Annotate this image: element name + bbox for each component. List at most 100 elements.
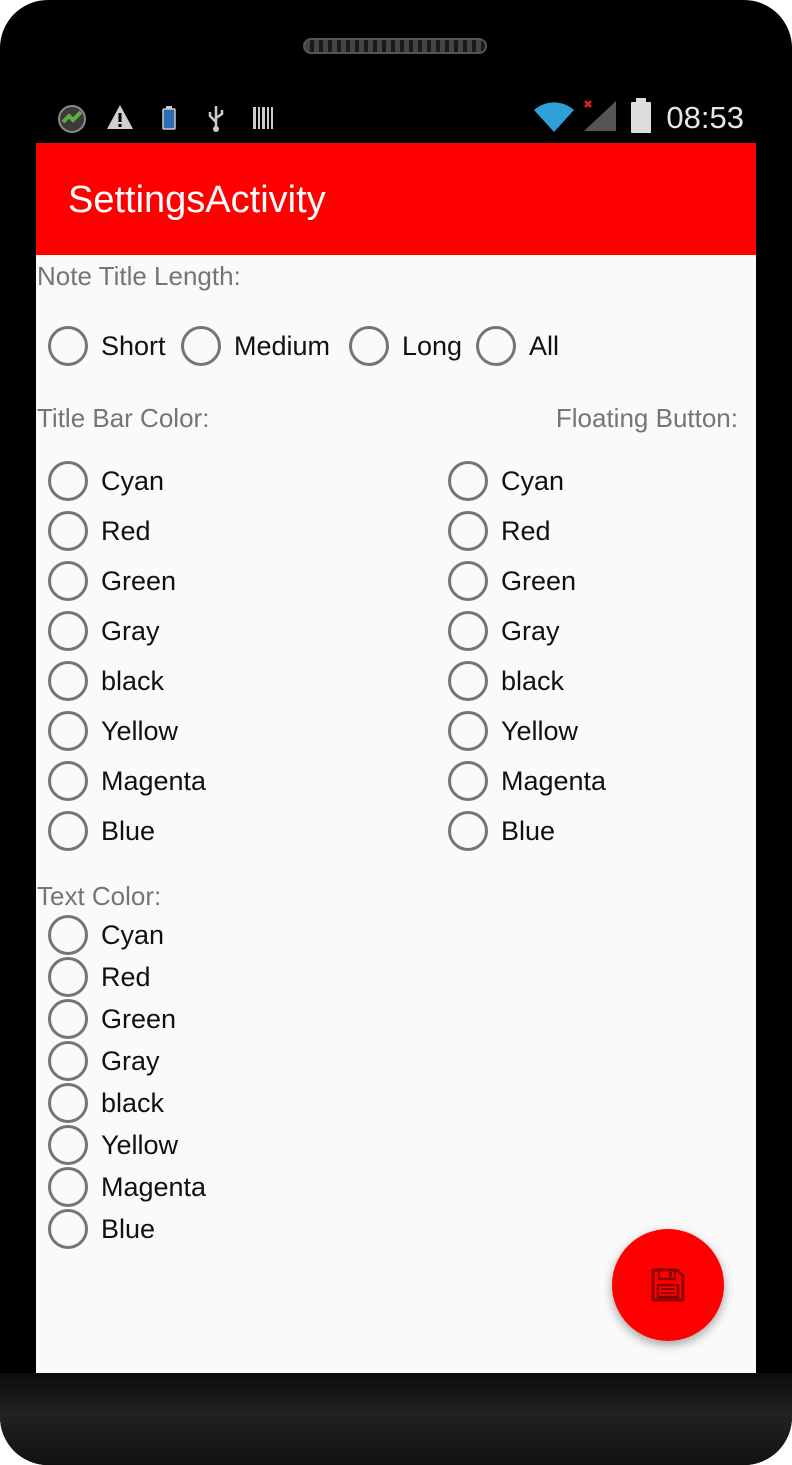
radio-label: Red [501, 515, 551, 546]
radio-title-bar-yellow[interactable]: Yellow [48, 709, 178, 753]
radio-circle[interactable] [448, 561, 488, 601]
battery-small-icon [162, 106, 176, 130]
radio-circle[interactable] [448, 711, 488, 751]
radio-title-bar-red[interactable]: Red [48, 509, 151, 553]
radio-title-length-medium[interactable]: Medium [181, 324, 330, 368]
radio-label: Green [501, 565, 577, 596]
radio-fab-red[interactable]: Red [448, 509, 551, 553]
radio-label: Medium [234, 330, 331, 361]
save-fab-button[interactable] [612, 1229, 724, 1341]
radio-label: Yellow [101, 715, 179, 746]
radio-title-length-all[interactable]: All [476, 324, 559, 368]
radio-label: Cyan [101, 919, 165, 950]
radio-text-color-green[interactable]: Green [48, 997, 176, 1041]
radio-fab-green[interactable]: Green [448, 559, 576, 603]
radio-circle[interactable] [48, 711, 88, 751]
radio-title-length-short[interactable]: Short [48, 324, 166, 368]
radio-circle[interactable] [448, 461, 488, 501]
radio-circle[interactable] [48, 561, 88, 601]
app-title: SettingsActivity [68, 179, 326, 221]
radio-fab-yellow[interactable]: Yellow [448, 709, 578, 753]
radio-label: Magenta [101, 1171, 207, 1202]
warning-icon [107, 105, 133, 129]
radio-circle[interactable] [48, 1209, 88, 1249]
radio-title-bar-green[interactable]: Green [48, 559, 176, 603]
radio-text-color-black[interactable]: black [48, 1081, 164, 1125]
radio-circle[interactable] [349, 326, 389, 366]
radio-label: Blue [501, 815, 556, 846]
barcode-icon [253, 107, 273, 129]
radio-fab-magenta[interactable]: Magenta [448, 759, 606, 803]
radio-circle[interactable] [48, 1041, 88, 1081]
radio-text-color-blue[interactable]: Blue [48, 1207, 155, 1251]
usb-icon [208, 106, 224, 132]
radio-text-color-gray[interactable]: Gray [48, 1039, 160, 1083]
radio-circle[interactable] [48, 1125, 88, 1165]
note-title-length-label: Note Title Length: [37, 261, 241, 291]
radio-title-bar-gray[interactable]: Gray [48, 609, 160, 653]
floating-button-label: Floating Button: [555, 403, 738, 433]
radio-title-bar-cyan[interactable]: Cyan [48, 459, 164, 503]
app-badge-icon [58, 105, 86, 133]
radio-circle[interactable] [48, 1083, 88, 1123]
radio-label: Short [101, 330, 166, 361]
radio-label: Gray [101, 615, 160, 646]
radio-label: All [529, 330, 560, 361]
radio-fab-cyan[interactable]: Cyan [448, 459, 564, 503]
radio-circle[interactable] [476, 326, 516, 366]
radio-label: Blue [101, 815, 156, 846]
signal-no-data-icon [584, 100, 616, 131]
radio-circle[interactable] [448, 511, 488, 551]
radio-label: Red [101, 961, 151, 992]
radio-label: black [101, 665, 165, 696]
device-frame: 08:53 SettingsActivity Note Title Length… [0, 0, 792, 1465]
radio-fab-blue[interactable]: Blue [448, 809, 555, 853]
radio-circle[interactable] [48, 461, 88, 501]
radio-circle[interactable] [448, 811, 488, 851]
radio-circle[interactable] [181, 326, 221, 366]
radio-title-bar-black[interactable]: black [48, 659, 164, 703]
settings-screen: SettingsActivity Note Title Length: Shor… [36, 143, 756, 1373]
radio-circle[interactable] [48, 957, 88, 997]
radio-circle[interactable] [48, 915, 88, 955]
radio-circle[interactable] [48, 1167, 88, 1207]
radio-circle[interactable] [448, 611, 488, 651]
radio-circle[interactable] [48, 511, 88, 551]
radio-title-bar-magenta[interactable]: Magenta [48, 759, 206, 803]
radio-circle[interactable] [448, 661, 488, 701]
radio-circle[interactable] [48, 611, 88, 651]
radio-circle[interactable] [48, 811, 88, 851]
radio-text-color-magenta[interactable]: Magenta [48, 1165, 206, 1209]
radio-title-length-long[interactable]: Long [349, 324, 462, 368]
radio-circle[interactable] [448, 761, 488, 801]
text-color-label: Text Color: [37, 881, 162, 911]
status-bar: 08:53 [36, 96, 756, 142]
status-time: 08:53 [666, 100, 744, 135]
radio-label: Cyan [101, 465, 165, 496]
radio-circle[interactable] [48, 761, 88, 801]
app-bar: SettingsActivity [36, 143, 756, 255]
radio-label: Long [402, 330, 463, 361]
radio-label: Yellow [101, 1129, 179, 1160]
radio-label: Green [101, 1003, 177, 1034]
speaker-grille [303, 38, 487, 54]
radio-text-color-yellow[interactable]: Yellow [48, 1123, 178, 1167]
device-bottom-bezel [0, 1373, 792, 1465]
radio-fab-black[interactable]: black [448, 659, 564, 703]
radio-text-color-cyan[interactable]: Cyan [48, 913, 164, 957]
radio-label: Gray [101, 1045, 160, 1076]
battery-icon [631, 98, 651, 133]
wifi-icon [534, 102, 574, 132]
radio-label: black [101, 1087, 165, 1118]
radio-title-bar-blue[interactable]: Blue [48, 809, 155, 853]
radio-text-color-red[interactable]: Red [48, 955, 151, 999]
radio-label: black [501, 665, 565, 696]
radio-fab-gray[interactable]: Gray [448, 609, 560, 653]
radio-label: Cyan [501, 465, 565, 496]
radio-circle[interactable] [48, 661, 88, 701]
radio-circle[interactable] [48, 999, 88, 1039]
radio-circle[interactable] [48, 326, 88, 366]
radio-label: Yellow [501, 715, 579, 746]
radio-label: Magenta [501, 765, 607, 796]
title-bar-color-label: Title Bar Color: [37, 403, 210, 433]
